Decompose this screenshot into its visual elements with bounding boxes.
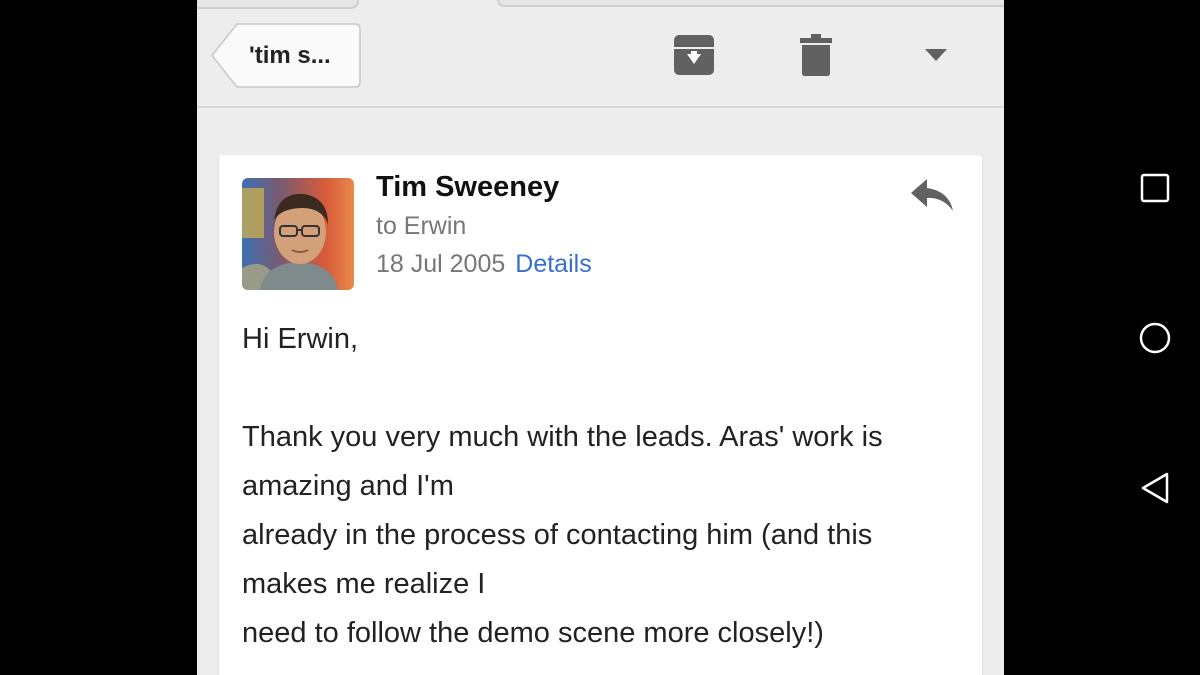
email-message-card: Tim Sweeney to Erwin 18 Jul 2005 Details … xyxy=(219,155,982,675)
date-row: 18 Jul 2005 Details xyxy=(376,250,592,279)
body-line: makes me realize I xyxy=(242,568,486,600)
body-line: amazing and I'm xyxy=(242,470,454,502)
email-body: Hi Erwin, Thank you very much with the l… xyxy=(242,315,962,658)
details-link[interactable]: Details xyxy=(515,250,591,278)
back-to-search-button[interactable]: 'tim s... xyxy=(211,23,361,88)
email-toolbar: 'tim s... xyxy=(197,0,1004,108)
back-button-label: 'tim s... xyxy=(249,42,331,69)
recipient-line: to Erwin xyxy=(376,212,467,240)
reply-icon[interactable] xyxy=(909,175,955,215)
android-navigation-bar xyxy=(1110,0,1200,675)
body-line: Hi Erwin, xyxy=(242,323,359,355)
avatar[interactable] xyxy=(242,178,354,290)
body-line: already in the process of contacting him… xyxy=(242,519,873,551)
body-line: Thank you very much with the leads. Aras… xyxy=(242,421,883,453)
email-app-screen: 'tim s... Tim Sweeney to Erwin 18 Jul 20… xyxy=(197,0,1004,675)
circle-home-icon[interactable] xyxy=(1135,318,1175,358)
trash-icon[interactable] xyxy=(795,30,837,80)
body-blank-line xyxy=(242,364,962,413)
archive-icon[interactable] xyxy=(671,30,717,80)
email-date: 18 Jul 2005 xyxy=(376,250,506,278)
body-line: need to follow the demo scene more close… xyxy=(242,617,824,649)
dropdown-arrow-icon[interactable] xyxy=(913,30,959,80)
square-recents-icon[interactable] xyxy=(1135,168,1175,208)
triangle-back-icon[interactable] xyxy=(1135,468,1175,508)
sender-name: Tim Sweeney xyxy=(376,171,560,203)
